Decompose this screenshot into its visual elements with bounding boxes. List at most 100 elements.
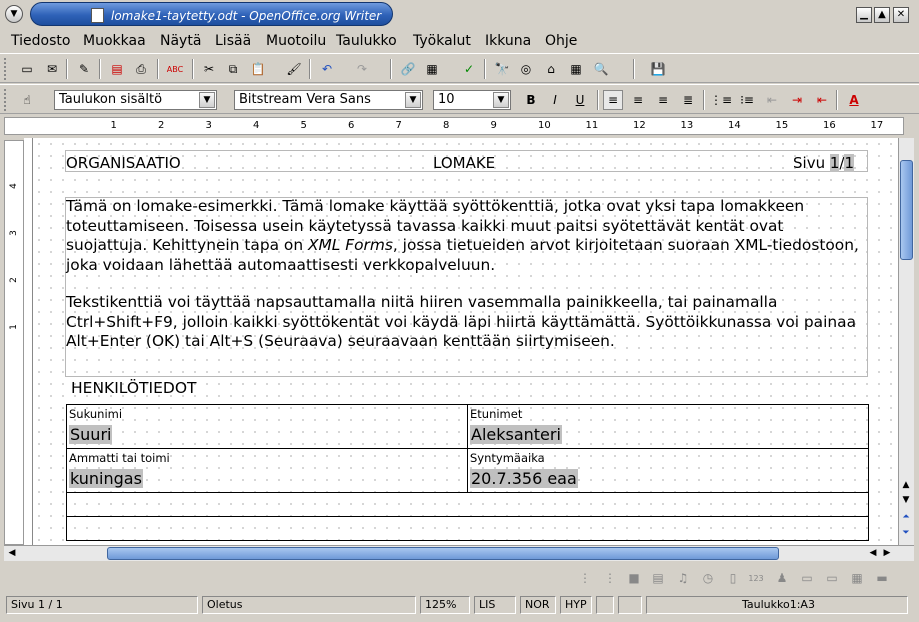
vertical-scroll-thumb[interactable] [900, 160, 913, 260]
clock-icon[interactable]: ◷ [698, 568, 718, 588]
print-icon[interactable]: ⎙ [131, 59, 151, 79]
surname-cell[interactable]: Sukunimi Suuri [66, 404, 468, 449]
redo-icon[interactable]: ↷ [352, 59, 372, 79]
birthdate-cell[interactable]: Syntymäaika 20.7.356 eaa [467, 448, 869, 493]
status-zoom[interactable]: 125% [420, 596, 470, 614]
intro-paragraph-2[interactable]: Tekstikenttiä voi täyttää napsauttamalla… [66, 293, 866, 352]
paragraph-style-select[interactable]: Taulukon sisältö ▼ [54, 90, 217, 110]
hyperlink-icon[interactable]: 🔗 [398, 59, 418, 79]
justify-icon[interactable]: ≣ [678, 90, 698, 110]
bold-button[interactable]: B [521, 90, 541, 110]
firstname-cell[interactable]: Etunimet Aleksanteri [467, 404, 869, 449]
firstname-field[interactable]: Aleksanteri [470, 425, 562, 444]
insert-field-icon[interactable]: ⋮ [600, 568, 620, 588]
scroll-left-icon[interactable]: ◀ [866, 546, 880, 560]
image-icon[interactable]: ▤ [648, 568, 668, 588]
frame-icon[interactable]: ■ [624, 568, 644, 588]
menu-nayta[interactable]: Näytä [160, 33, 201, 49]
bullets-icon[interactable]: ⁝≡ [737, 90, 757, 110]
menu-ohje[interactable]: Ohje [545, 33, 577, 49]
spellcheck-icon[interactable]: ABC [165, 59, 185, 79]
menu-muokkaa[interactable]: Muokkaa [83, 33, 146, 49]
data-sources-icon[interactable]: ▦ [566, 59, 586, 79]
gallery-icon[interactable]: ⌂ [541, 59, 561, 79]
scroll-left-icon[interactable]: ◀ [5, 546, 19, 560]
window-menu-icon[interactable]: ▼ [5, 5, 23, 23]
minimize-button[interactable]: ▁ [856, 7, 872, 23]
occupation-field[interactable]: kuningas [69, 469, 143, 488]
undo-icon[interactable]: ↶ [317, 59, 337, 79]
empty-cell[interactable] [66, 516, 869, 541]
fontwork-icon[interactable]: ♟ [772, 568, 792, 588]
underline-button[interactable]: U [570, 90, 590, 110]
font-name-select[interactable]: Bitstream Vera Sans ▼ [234, 90, 423, 110]
export-pdf-icon[interactable]: ▤ [107, 59, 127, 79]
table-icon[interactable]: ▦ [422, 59, 442, 79]
document-area[interactable]: ORGANISAATIO LOMAKE Sivu 1/1 Tämä on lom… [24, 138, 898, 545]
vertical-ruler[interactable]: 4 3 2 1 [4, 140, 24, 545]
cut-icon[interactable]: ✂ [199, 59, 219, 79]
horizontal-scroll-thumb[interactable] [107, 547, 779, 560]
save-icon[interactable]: 💾 [648, 59, 668, 79]
toolbar-grip[interactable] [4, 89, 8, 111]
document-icon[interactable]: ▯ [723, 568, 743, 588]
find-replace-icon[interactable]: 🔭 [492, 59, 512, 79]
menu-ikkuna[interactable]: Ikkuna [485, 33, 531, 49]
paste-icon[interactable]: 📋 [248, 59, 268, 79]
font-size-select[interactable]: 10 ▼ [433, 90, 511, 110]
font-color-icon[interactable]: A [844, 90, 864, 110]
page-total-field[interactable]: 1 [844, 154, 854, 172]
toolbar-grip[interactable] [4, 58, 8, 80]
toolbar-grip-icon[interactable]: ⋮ [575, 568, 595, 588]
edit-file-icon[interactable]: ✎ [74, 59, 94, 79]
styles-formatting-icon[interactable]: ☝ [17, 90, 37, 110]
page-number-icon[interactable]: ▭ [797, 568, 817, 588]
italic-button[interactable]: I [545, 90, 565, 110]
status-page[interactable]: Sivu 1 / 1 [6, 596, 198, 614]
status-style[interactable]: Oletus [202, 596, 416, 614]
birthdate-field[interactable]: 20.7.356 eaa [470, 469, 578, 488]
scroll-up-icon[interactable]: ▲ [899, 478, 913, 492]
page-number-field[interactable]: 1 [829, 154, 840, 172]
menu-tyokalut[interactable]: Työkalut [413, 33, 471, 49]
music-icon[interactable]: ♫ [673, 568, 693, 588]
scroll-down-icon[interactable]: ▼ [899, 493, 913, 507]
vertical-scrollbar[interactable]: ▲ ▼ ⏶ ⏷ [898, 138, 914, 545]
status-hyperlink-mode[interactable]: HYP [560, 596, 592, 614]
fields-icon[interactable]: ▭ [822, 568, 842, 588]
align-center-icon[interactable]: ≡ [628, 90, 648, 110]
format-paintbrush-icon[interactable]: 🖌 [284, 59, 304, 79]
maximize-button[interactable]: ▲ [874, 7, 890, 23]
zoom-icon[interactable]: 🔍 [591, 59, 611, 79]
next-object-icon[interactable]: ⏷ [899, 526, 913, 540]
status-signature[interactable] [618, 596, 642, 614]
menu-taulukko[interactable]: Taulukko [336, 33, 397, 49]
menu-muotoilu[interactable]: Muotoilu [266, 33, 326, 49]
surname-field[interactable]: Suuri [69, 425, 113, 444]
chevron-down-icon[interactable]: ▼ [493, 92, 509, 108]
scroll-right-icon[interactable]: ▶ [880, 546, 894, 560]
status-modified[interactable] [596, 596, 614, 614]
empty-cell[interactable] [66, 492, 869, 517]
align-right-icon[interactable]: ≡ [653, 90, 673, 110]
intro-paragraph-1[interactable]: Tämä on lomake-esimerkki. Tämä lomake kä… [66, 197, 866, 275]
chevron-down-icon[interactable]: ▼ [405, 92, 421, 108]
previous-object-icon[interactable]: ⏶ [899, 510, 913, 524]
menu-lisaa[interactable]: Lisää [215, 33, 251, 49]
table-icon[interactable]: ▦ [847, 568, 867, 588]
outdent-icon[interactable]: ⇤ [812, 90, 832, 110]
increase-indent-icon[interactable]: ⇥ [787, 90, 807, 110]
minimize-toolbar-icon[interactable]: ▬ [872, 568, 892, 588]
numbering-icon[interactable]: 123 [746, 568, 766, 588]
close-button[interactable]: ✕ [893, 7, 909, 23]
chevron-down-icon[interactable]: ▼ [199, 92, 215, 108]
document-icon[interactable]: ▭ [17, 59, 37, 79]
draw-functions-icon[interactable]: ✓ [459, 59, 479, 79]
copy-icon[interactable]: ⧉ [223, 59, 243, 79]
status-insert-mode[interactable]: LIS [474, 596, 516, 614]
align-left-icon[interactable]: ≡ [603, 90, 623, 110]
occupation-cell[interactable]: Ammatti tai toimi kuningas [66, 448, 468, 493]
mail-icon[interactable]: ✉ [42, 59, 62, 79]
horizontal-scrollbar[interactable]: ◀ ◀ ▶ [4, 545, 914, 561]
numbering-icon[interactable]: ⋮≡ [710, 90, 732, 110]
